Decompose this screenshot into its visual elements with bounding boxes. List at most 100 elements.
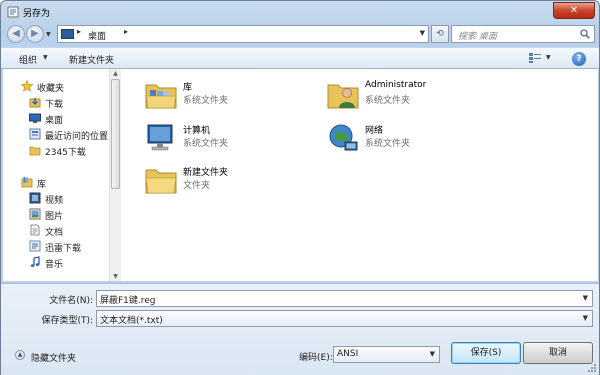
recent-places-icon — [29, 128, 41, 140]
thunder-download-icon — [29, 240, 41, 252]
picture-icon — [29, 208, 41, 220]
nav-item-label: 库 — [37, 180, 47, 190]
item-name: 网络 — [365, 126, 384, 136]
encoding-select[interactable]: ANSI ▼ — [333, 346, 440, 363]
file-item-computer[interactable]: 计算机 系统文件夹 — [133, 117, 308, 159]
forward-arrow-icon: ▶ — [31, 28, 39, 39]
close-button[interactable]: ✕ — [553, 2, 595, 19]
download-folder-icon — [29, 98, 41, 108]
resize-grip-icon[interactable] — [587, 363, 597, 373]
address-bar[interactable]: ▸ 桌面 ▸ ▼ — [57, 25, 429, 43]
nav-item-libraries[interactable]: 库 — [3, 175, 107, 190]
savetype-select[interactable]: 文本文档(*.txt) ▼ — [96, 310, 593, 327]
music-icon — [30, 256, 40, 267]
title-bar[interactable]: 另存为 ✕ — [1, 1, 599, 23]
computer-icon — [147, 124, 173, 151]
save-options-pane: 文件名(N): 屏蔽F1键.reg ▼ 保存类型(T): 文本文档(*.txt)… — [1, 283, 599, 375]
chevron-down-icon: ▼ — [43, 54, 48, 61]
cancel-button[interactable]: 取消 — [523, 342, 593, 364]
search-input[interactable]: 搜索 桌面 — [451, 25, 595, 43]
save-button[interactable]: 保存(S) — [451, 342, 521, 364]
breadcrumb-desktop[interactable]: 桌面 — [88, 29, 106, 42]
item-name: 库 — [183, 83, 193, 93]
item-name: 计算机 — [183, 126, 211, 136]
hide-folders-label[interactable]: 隐藏文件夹 — [31, 351, 76, 364]
nav-item-label: 图片 — [45, 212, 64, 222]
nav-item-label: 下载 — [45, 100, 64, 110]
file-item-network[interactable]: 网络 系统文件夹 — [315, 117, 490, 159]
help-icon: ? — [576, 54, 582, 64]
library-folder-icon — [145, 84, 177, 109]
save-dialog-icon — [7, 6, 19, 18]
savetype-label: 保存类型(T): — [41, 316, 93, 326]
item-type: 系统文件夹 — [183, 139, 229, 149]
item-type: 系统文件夹 — [365, 96, 411, 106]
breadcrumb-separator-icon[interactable]: ▸ — [77, 27, 81, 36]
scroll-down-icon[interactable]: ▼ — [111, 273, 120, 280]
item-type: 系统文件夹 — [183, 96, 229, 106]
network-icon — [329, 124, 358, 151]
new-folder-button[interactable]: 新建文件夹 — [69, 53, 114, 66]
document-icon — [30, 224, 40, 236]
file-item-administrator[interactable]: Administrator 系统文件夹 — [315, 74, 490, 116]
hide-folders-toggle[interactable]: ▲ — [15, 350, 25, 360]
nav-item-thunder-downloads[interactable]: 迅雷下载 — [3, 239, 107, 254]
chevron-down-icon: ▼ — [429, 350, 435, 358]
search-icon[interactable] — [580, 29, 590, 39]
filename-label: 文件名(N): — [49, 296, 93, 306]
desktop-location-icon — [61, 29, 74, 39]
file-list: 库 系统文件夹 Administrator 系统文件夹 计算机 系统文件夹 网络… — [123, 69, 598, 281]
forward-button[interactable]: ▶ — [26, 25, 44, 43]
nav-item-label: 音乐 — [45, 260, 64, 270]
scrollbar-thumb[interactable] — [111, 79, 120, 189]
nav-item-label: 迅雷下载 — [45, 244, 82, 254]
close-icon: ✕ — [569, 5, 579, 16]
item-name: Administrator — [365, 80, 427, 90]
chevron-down-icon[interactable]: ▼ — [583, 294, 588, 302]
nav-item-documents[interactable]: 文档 — [3, 223, 107, 238]
star-icon — [21, 80, 33, 92]
address-dropdown-icon[interactable]: ▼ — [420, 29, 425, 37]
video-icon — [29, 192, 41, 204]
file-item-new-folder[interactable]: 新建文件夹 文件夹 — [133, 159, 308, 201]
filename-field[interactable]: 屏蔽F1键.reg ▼ — [96, 290, 593, 307]
folder-icon — [29, 146, 41, 156]
organize-button[interactable]: 组织 — [19, 53, 37, 66]
recent-pages-dropdown-icon[interactable]: ▼ — [46, 31, 52, 38]
nav-item-favorites[interactable]: 收藏夹 — [3, 79, 107, 94]
nav-item-videos[interactable]: 视频 — [3, 191, 107, 206]
window-title: 另存为 — [23, 9, 51, 19]
item-type: 系统文件夹 — [365, 139, 411, 149]
encoding-label: 编码(E): — [299, 353, 333, 363]
search-placeholder: 搜索 桌面 — [458, 32, 497, 42]
nav-item-pictures[interactable]: 图片 — [3, 207, 107, 222]
refresh-button[interactable]: ⟲ — [431, 25, 449, 43]
savetype-value: 文本文档(*.txt) — [100, 316, 163, 326]
nav-item-desktop[interactable]: 桌面 — [3, 111, 107, 126]
nav-item-label: 最近访问的位置 — [45, 132, 109, 142]
breadcrumb-separator-icon[interactable]: ▸ — [124, 27, 128, 36]
item-type: 文件夹 — [183, 181, 211, 191]
help-button[interactable]: ? — [572, 52, 586, 66]
view-options-dropdown-icon[interactable]: ▼ — [546, 54, 551, 61]
nav-item-label: 收藏夹 — [37, 84, 65, 94]
address-row: ◀ ▶ ▼ ▸ 桌面 ▸ ▼ ⟲ 搜索 桌面 — [1, 23, 599, 45]
nav-item-music[interactable]: 音乐 — [3, 255, 107, 270]
change-view-icon[interactable] — [529, 53, 541, 63]
navigation-scrollbar[interactable]: ▲ ▼ — [109, 69, 121, 281]
library-icon — [21, 177, 33, 188]
browser-area: 收藏夹 下载 桌面 最近访问的位置 2345下载 库 视频 图片 文档 迅雷下载… — [3, 69, 598, 281]
chevron-down-icon: ▼ — [582, 314, 588, 322]
encoding-value: ANSI — [337, 349, 359, 359]
file-item-libraries[interactable]: 库 系统文件夹 — [133, 74, 308, 116]
nav-item-label: 文档 — [45, 228, 64, 238]
back-button[interactable]: ◀ — [7, 25, 25, 43]
nav-item-2345-downloads[interactable]: 2345下载 — [3, 143, 107, 158]
user-folder-icon — [327, 84, 359, 109]
refresh-icon: ⟲ — [436, 29, 444, 39]
item-name: 新建文件夹 — [183, 168, 229, 178]
scroll-up-icon[interactable]: ▲ — [111, 70, 120, 77]
nav-item-recent-places[interactable]: 最近访问的位置 — [3, 127, 109, 142]
nav-item-downloads[interactable]: 下载 — [3, 95, 107, 110]
save-as-dialog: 另存为 ✕ ◀ ▶ ▼ ▸ 桌面 ▸ ▼ ⟲ 搜索 桌面 组织 ▼ 新建文件夹 … — [0, 0, 600, 375]
